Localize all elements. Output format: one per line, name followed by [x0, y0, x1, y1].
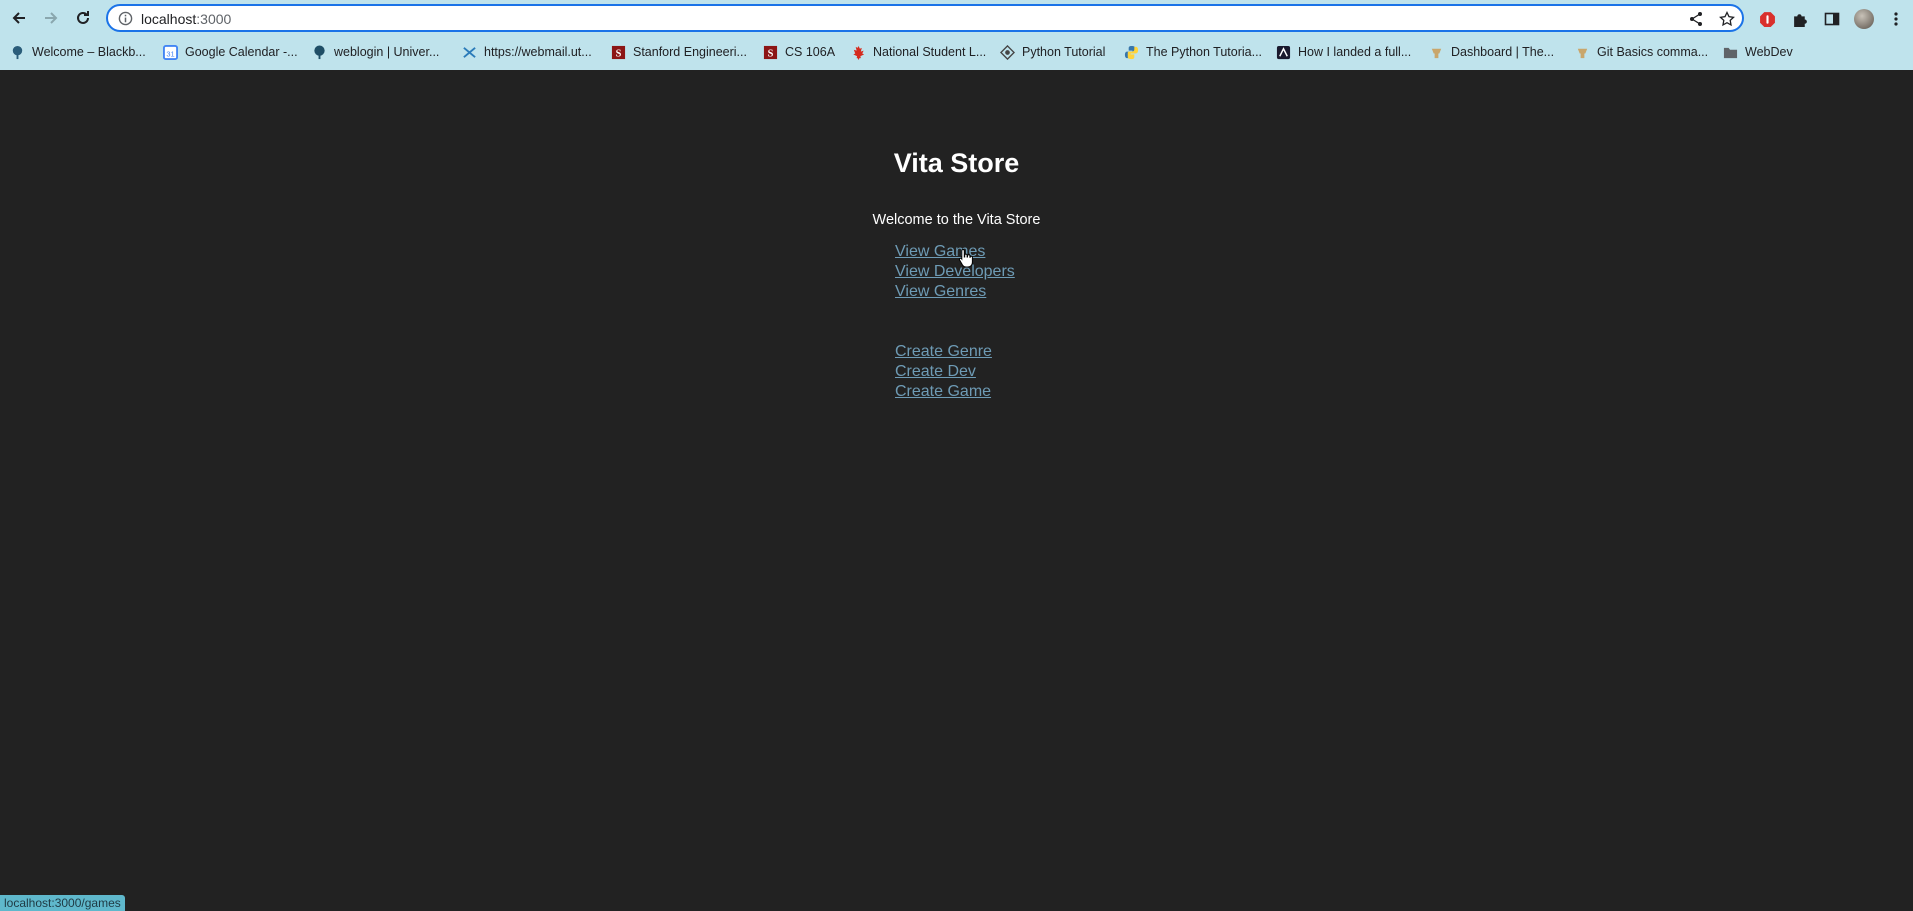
- bookmark-webmail[interactable]: https://webmail.ut...: [462, 42, 592, 62]
- side-panel-icon: [1824, 12, 1840, 26]
- bookmark-label: weblogin | Univer...: [334, 45, 440, 59]
- avatar: [1854, 9, 1874, 29]
- bookmark-label: WebDev: [1745, 45, 1793, 59]
- stanford-icon: S: [763, 45, 778, 60]
- bookmark-google-calendar[interactable]: 31 Google Calendar -...: [163, 42, 298, 62]
- browser-toolbar: localhost:3000: [0, 0, 1913, 37]
- bookmark-how-i-landed[interactable]: How I landed a full...: [1276, 42, 1411, 62]
- list-item: Create Dev: [895, 362, 992, 382]
- bookmark-stanford-engineering[interactable]: S Stanford Engineeri...: [611, 42, 747, 62]
- bookmark-label: How I landed a full...: [1298, 45, 1412, 59]
- browser-chrome: localhost:3000 Welcome – Blackb... 31 Go…: [0, 0, 1913, 70]
- profile-button[interactable]: [1854, 9, 1874, 29]
- create-game-link[interactable]: Create Game: [895, 383, 991, 400]
- bookmark-label: https://webmail.ut...: [484, 45, 592, 59]
- forward-button[interactable]: [40, 7, 62, 29]
- python-icon: [1124, 45, 1139, 60]
- status-url-bubble: localhost:3000/games: [0, 895, 125, 911]
- python-tutorial-icon: [1000, 44, 1015, 60]
- list-item: View Developers: [895, 262, 1015, 282]
- calendar-icon: 31: [163, 44, 178, 60]
- blackboard-icon: [10, 45, 25, 60]
- star-icon[interactable]: [1719, 11, 1735, 27]
- bookmark-git-basics[interactable]: Git Basics comma...: [1575, 42, 1708, 62]
- address-bar[interactable]: localhost:3000: [106, 4, 1744, 32]
- create-genre-link[interactable]: Create Genre: [895, 343, 992, 360]
- extension-adblock-button[interactable]: [1757, 9, 1777, 29]
- reload-button[interactable]: [72, 7, 94, 29]
- list-item: View Games: [895, 242, 1015, 262]
- puzzle-icon: [1793, 13, 1807, 27]
- stanford-icon: S: [611, 45, 626, 60]
- view-links-list: View Games View Developers View Genres: [895, 242, 1015, 302]
- bookmark-cs106a[interactable]: S CS 106A: [763, 42, 835, 62]
- share-icon[interactable]: [1688, 11, 1704, 27]
- stop-sign-icon: [1759, 11, 1775, 27]
- svg-text:S: S: [616, 48, 622, 59]
- bookmark-dashboard[interactable]: Dashboard | The...: [1429, 42, 1554, 62]
- odin-icon: [1429, 45, 1444, 60]
- arrow-left-icon: [12, 12, 25, 24]
- list-item: View Genres: [895, 282, 1015, 302]
- url-port: :3000: [196, 11, 232, 27]
- bookmark-weblogin[interactable]: weblogin | Univer...: [312, 42, 439, 62]
- bookmark-label: National Student L...: [873, 45, 987, 59]
- hand-cursor-icon: [958, 248, 973, 268]
- side-panel-button[interactable]: [1822, 9, 1842, 29]
- odin-icon: [1575, 45, 1590, 60]
- bookmark-label: CS 106A: [785, 45, 836, 59]
- welcome-text: Welcome to the Vita Store: [872, 212, 1041, 228]
- create-dev-link[interactable]: Create Dev: [895, 363, 976, 380]
- maple-leaf-icon: [851, 45, 866, 60]
- bookmark-label: Git Basics comma...: [1597, 45, 1709, 59]
- bookmark-label: Dashboard | The...: [1451, 45, 1555, 59]
- bookmark-blackboard[interactable]: Welcome – Blackb...: [10, 42, 146, 62]
- url-text[interactable]: localhost:3000: [141, 10, 231, 28]
- arrow-right-icon: [45, 12, 58, 24]
- menu-button[interactable]: [1886, 9, 1906, 29]
- page-content: Vita Store Welcome to the Vita Store Vie…: [0, 70, 1913, 911]
- webmail-icon: [462, 45, 477, 60]
- bookmark-folder-webdev[interactable]: WebDev: [1723, 42, 1793, 62]
- svg-text:31: 31: [166, 49, 174, 58]
- bookmarks-bar: Welcome – Blackb... 31 Google Calendar -…: [0, 40, 1913, 64]
- page-title: Vita Store: [893, 148, 1020, 178]
- article-icon: [1276, 45, 1291, 60]
- tree-icon: [312, 44, 327, 60]
- create-links-list: Create Genre Create Dev Create Game: [895, 342, 992, 402]
- view-developers-link[interactable]: View Developers: [895, 263, 1015, 280]
- bookmark-label: Google Calendar -...: [185, 45, 298, 59]
- view-genres-link[interactable]: View Genres: [895, 283, 986, 300]
- list-item: Create Game: [895, 382, 992, 402]
- folder-icon: [1723, 45, 1738, 60]
- bookmark-python-tutorial[interactable]: Python Tutorial: [1000, 42, 1105, 62]
- info-icon[interactable]: [118, 11, 133, 26]
- bookmark-label: Python Tutorial: [1022, 45, 1106, 59]
- bookmark-label: The Python Tutoria...: [1146, 45, 1263, 59]
- bookmark-national-student-loans[interactable]: National Student L...: [851, 42, 986, 62]
- reload-icon: [77, 11, 89, 24]
- extensions-button[interactable]: [1790, 9, 1810, 29]
- url-host: localhost: [141, 11, 197, 27]
- bookmark-label: Stanford Engineeri...: [633, 45, 747, 59]
- back-button[interactable]: [8, 7, 30, 29]
- bookmark-label: Welcome – Blackb...: [32, 45, 146, 59]
- svg-text:S: S: [768, 48, 774, 59]
- kebab-menu-icon: [1894, 12, 1898, 26]
- list-item: Create Genre: [895, 342, 992, 362]
- bookmark-the-python-tutorial[interactable]: The Python Tutoria...: [1124, 42, 1262, 62]
